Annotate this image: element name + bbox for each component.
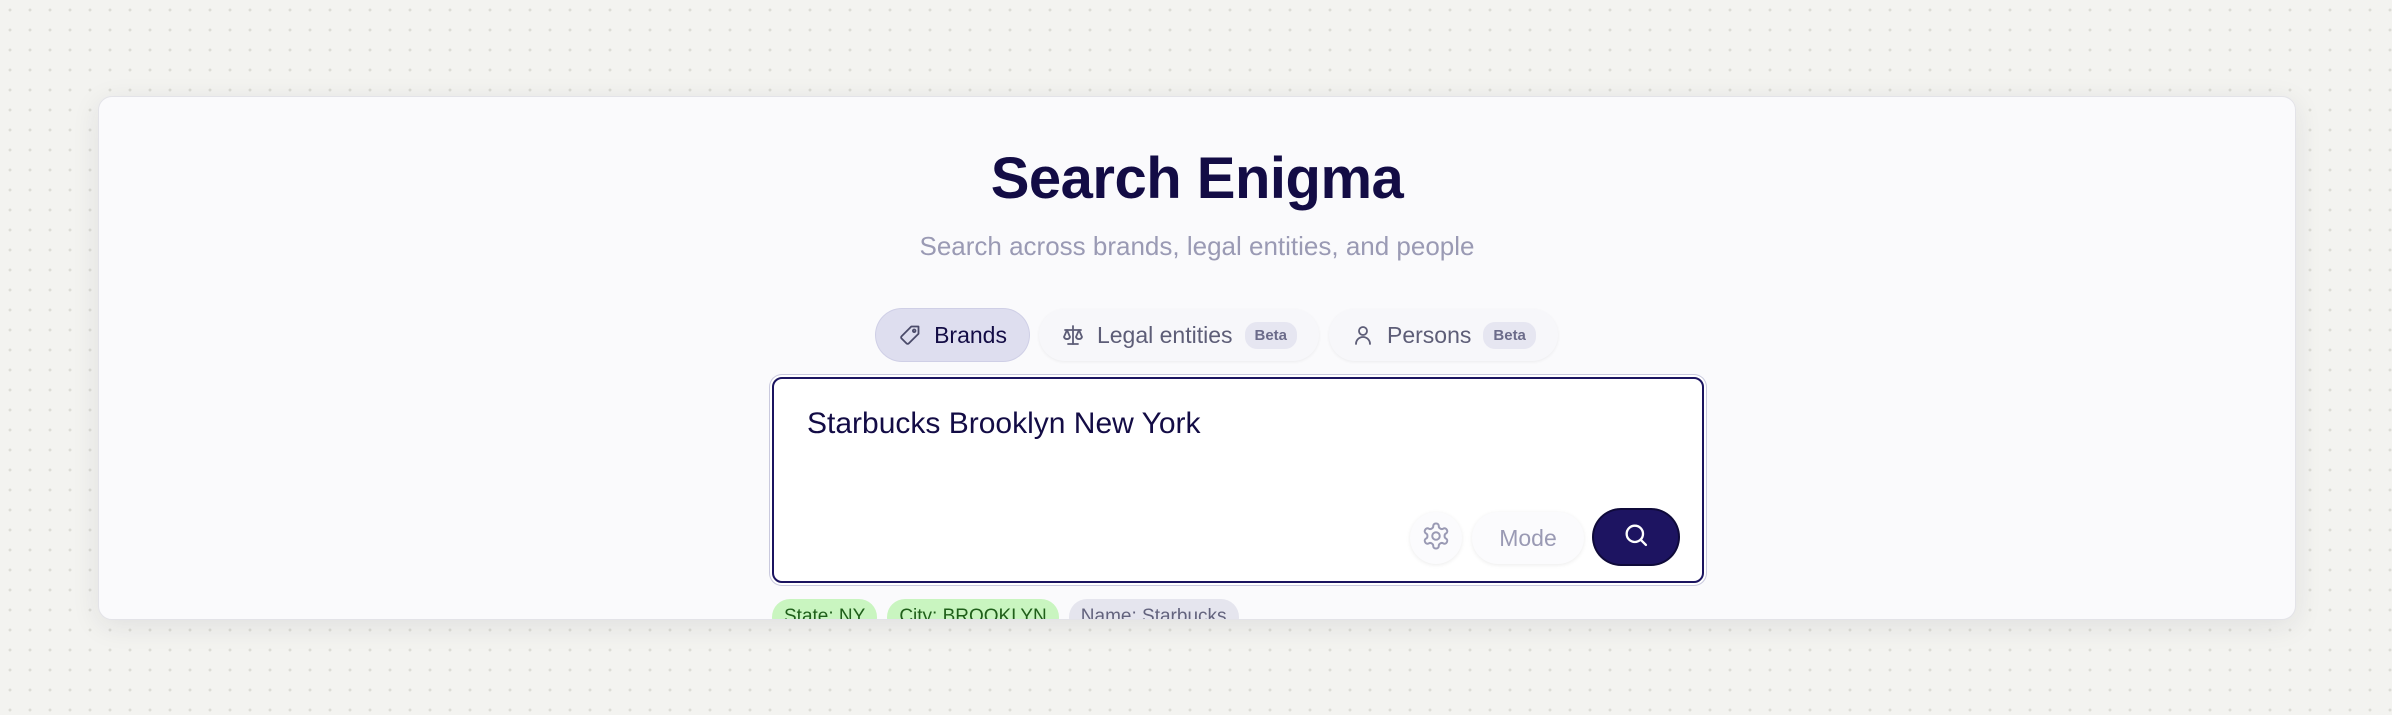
tag-icon [898, 323, 922, 347]
tab-persons[interactable]: Persons Beta [1329, 309, 1558, 361]
person-icon [1351, 323, 1375, 347]
filter-chip-city[interactable]: City: BROOKLYN [887, 599, 1059, 619]
tab-brands-label: Brands [934, 321, 1007, 348]
tab-legal-entities[interactable]: Legal entities Beta [1038, 309, 1320, 361]
tab-legal-entities-label: Legal entities [1096, 321, 1233, 348]
tab-brands[interactable]: Brands [876, 309, 1029, 361]
tab-persons-label: Persons [1387, 321, 1472, 348]
beta-badge: Beta [1244, 321, 1298, 349]
search-card: Search Enigma Search across brands, lega… [98, 96, 2296, 620]
gear-icon [1421, 521, 1451, 556]
search-box: Mode [772, 377, 1704, 583]
filter-chip-state[interactable]: State: NY [772, 599, 878, 619]
page-title: Search Enigma [990, 146, 1404, 211]
search-input[interactable] [807, 407, 1657, 441]
filter-chip-name[interactable]: Name: Starbucks [1068, 599, 1239, 619]
beta-badge: Beta [1483, 321, 1536, 349]
scale-icon [1061, 323, 1085, 347]
settings-button[interactable] [1410, 512, 1462, 564]
filter-chips: State: NY City: BROOKLYN Name: Starbucks [772, 599, 1239, 619]
search-type-tabs: Brands Legal entities Beta Persons Beta [99, 309, 2295, 361]
mode-button[interactable]: Mode [1472, 512, 1584, 564]
page-subtitle: Search across brands, legal entities, an… [919, 231, 1475, 261]
search-submit-button[interactable] [1594, 510, 1678, 564]
search-icon [1622, 521, 1650, 554]
